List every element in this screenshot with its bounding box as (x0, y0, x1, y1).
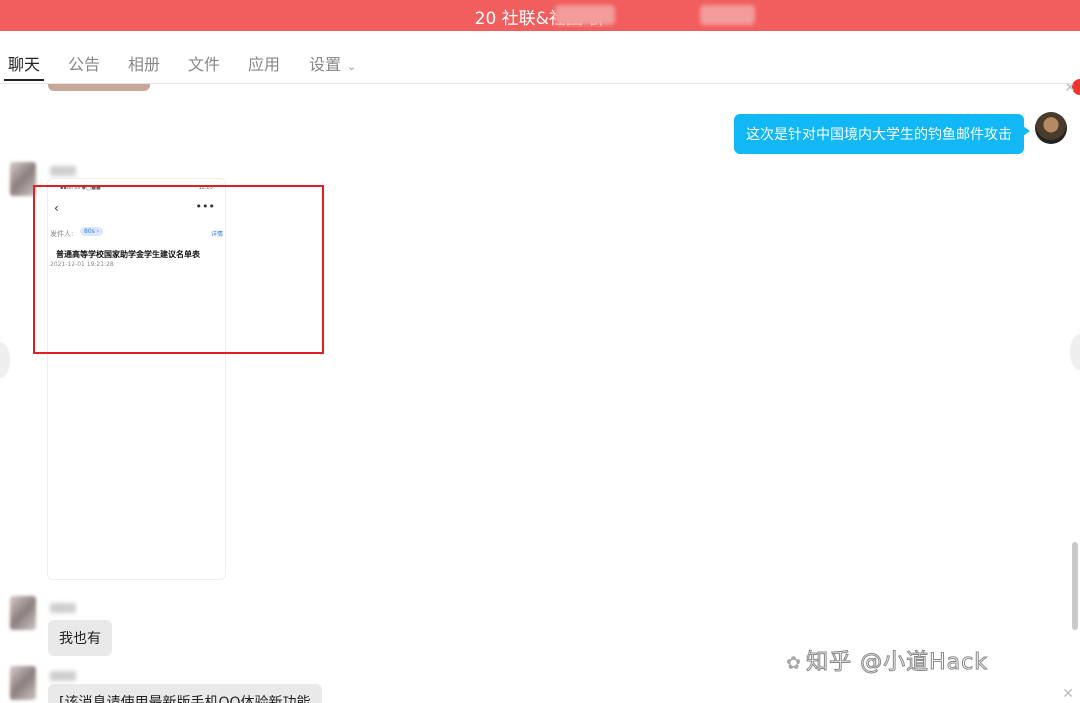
watermark: ✿ 知乎 @小道Hack (786, 644, 988, 676)
reply-bubble[interactable]: [该消息请使用最新版手机QQ体验新功能 (48, 684, 322, 703)
wechat-icon: ✿ (786, 653, 803, 674)
avatar[interactable] (10, 596, 36, 630)
prev-arrow[interactable] (0, 342, 10, 378)
title-bar: 20 社联&社团 群 (0, 0, 1080, 31)
avatar[interactable] (10, 666, 36, 700)
tab-chat[interactable]: 聊天 (3, 51, 45, 81)
close-icon[interactable]: ✕ (1062, 686, 1074, 702)
tab-announcement[interactable]: 公告 (68, 51, 100, 75)
tab-album[interactable]: 相册 (128, 51, 160, 75)
tab-bar: 聊天 公告 相册 文件 应用 设置 ⌄ (0, 31, 1080, 95)
my-avatar[interactable] (1035, 112, 1067, 144)
scrollbar[interactable] (1072, 542, 1078, 630)
window-title: 20 社联&社团 群 (474, 9, 606, 29)
reply-bubble[interactable]: 我也有 (48, 620, 112, 656)
redacted-title-part (700, 5, 755, 25)
highlight-box (33, 185, 324, 354)
sender-name-redacted (50, 671, 76, 681)
previous-image-message[interactable] (48, 84, 150, 91)
tab-apps[interactable]: 应用 (248, 51, 280, 75)
chevron-down-icon: ⌄ (347, 60, 357, 73)
tab-files[interactable]: 文件 (188, 51, 220, 75)
next-arrow[interactable] (1070, 334, 1080, 370)
redacted-title-part (555, 5, 615, 25)
sender-name-redacted (50, 603, 76, 613)
tab-settings[interactable]: 设置 ⌄ (309, 51, 356, 75)
my-message-bubble[interactable]: 这次是针对中国境内大学生的钓鱼邮件攻击 (734, 114, 1030, 154)
watermark-text: 知乎 @小道Hack (806, 650, 988, 676)
close-icon[interactable]: ✕ (1064, 84, 1076, 96)
tab-settings-label: 设置 (309, 55, 342, 74)
chat-area[interactable]: ✕ 这次是针对中国境内大学生的钓鱼邮件攻击 ▪▪ull ull ◆◯■■ 12:… (0, 84, 1080, 703)
sender-name-redacted (50, 166, 76, 176)
